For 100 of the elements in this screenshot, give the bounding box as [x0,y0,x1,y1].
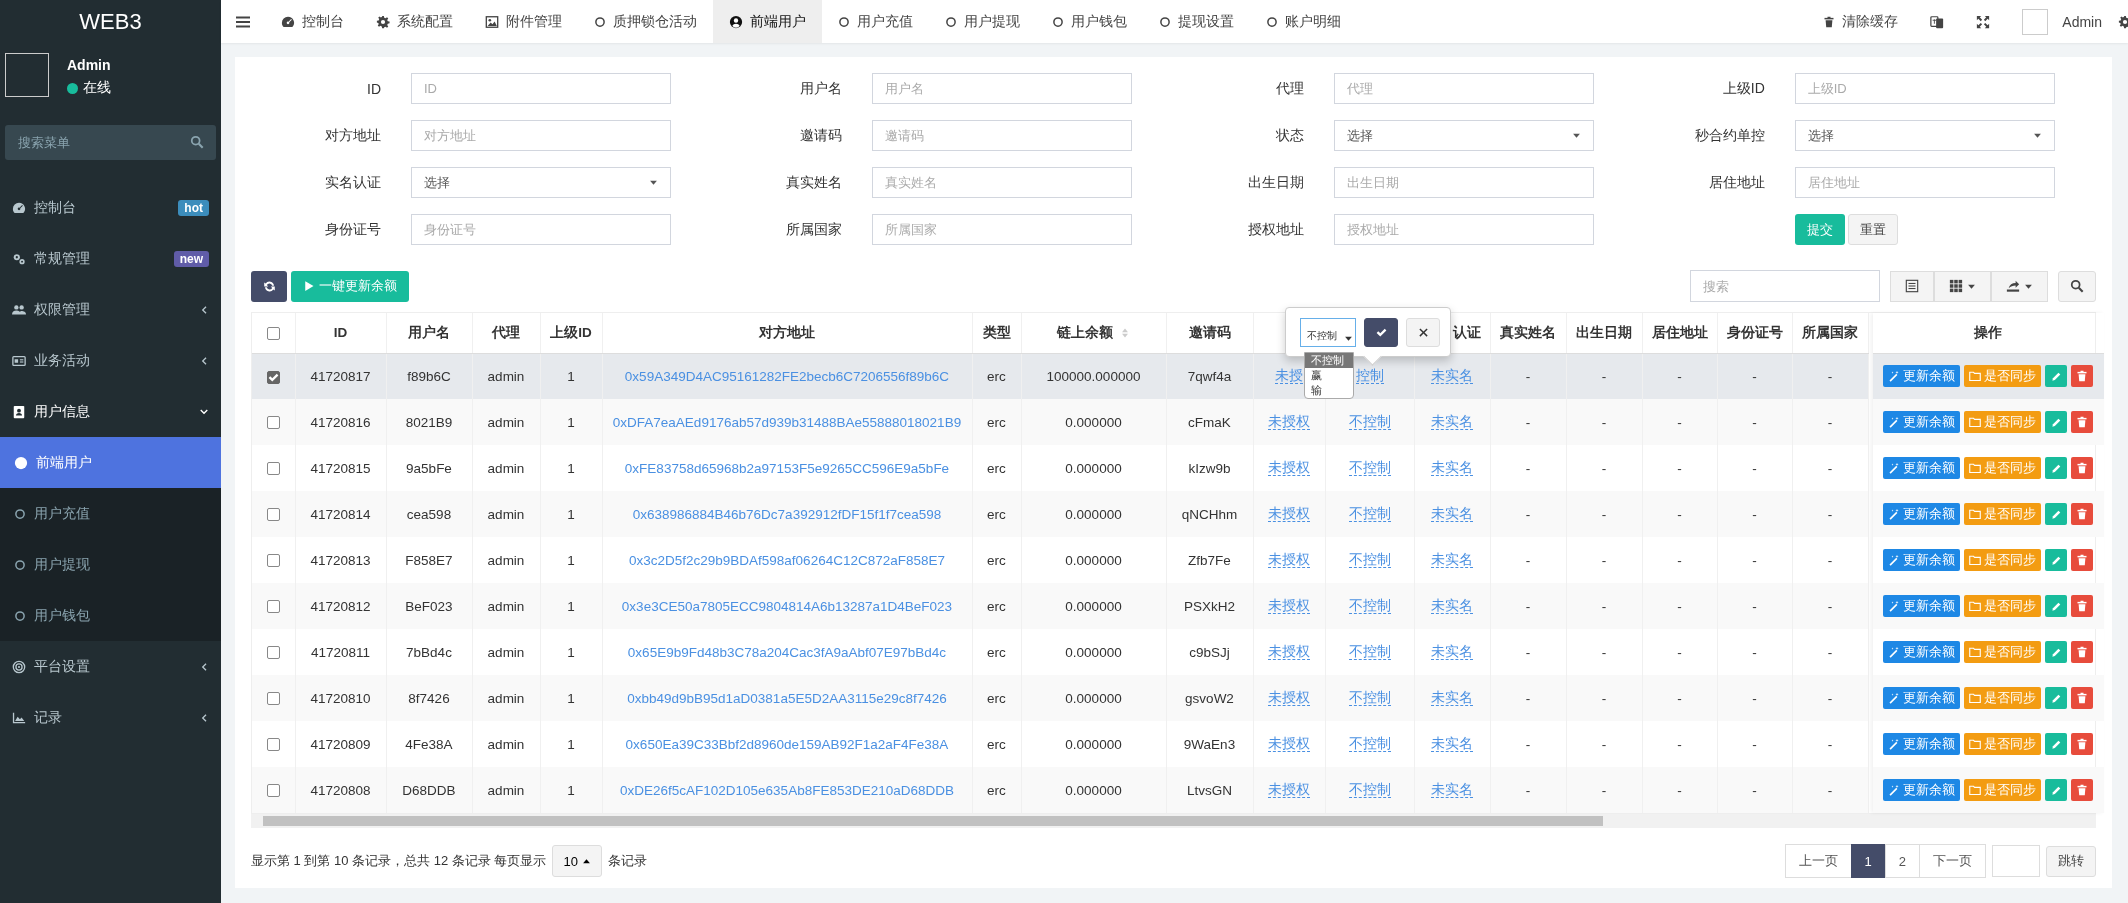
dropdown-option[interactable]: 输 [1305,383,1353,398]
prev-page-button[interactable]: 上一页 [1784,844,1852,878]
refresh-button[interactable] [251,270,287,302]
input-field[interactable]: 邀请码 [872,120,1133,151]
submenu-item[interactable]: 用户充值 [0,488,221,539]
menu-search-field[interactable]: 搜索菜单 [5,125,216,160]
menu-item[interactable]: 记录 [0,692,221,743]
update-balance-button[interactable]: 更新余额 [1883,595,1960,617]
editable-link[interactable]: 未授 [1275,368,1303,385]
nav-tab[interactable]: 提现设置 [1143,0,1250,43]
select-field[interactable]: 选择 [411,167,671,198]
select-field[interactable]: 不控制 [1300,317,1356,347]
select-field[interactable]: 选择 [1333,120,1594,151]
delete-button[interactable] [2071,365,2093,388]
input-field[interactable]: 用户名 [872,73,1133,104]
edit-button[interactable] [2045,641,2067,663]
checkbox[interactable] [266,600,280,614]
horizontal-scrollbar[interactable] [251,814,2096,828]
checkbox[interactable] [266,692,280,706]
editable-link[interactable]: 不控制 [1348,506,1391,522]
cancel-button[interactable] [1406,317,1440,347]
nav-tab[interactable]: 系统配置 [360,0,469,43]
jump-button[interactable]: 跳转 [2046,845,2096,877]
edit-button[interactable] [2045,549,2067,571]
checkbox[interactable] [266,784,280,798]
checkbox[interactable] [266,508,280,522]
update-balance-button[interactable]: 更新余额 [1883,733,1960,755]
delete-button[interactable] [2071,411,2093,433]
input-field[interactable]: 身份证号 [411,214,671,245]
sync-button[interactable]: 是否同步 [1964,457,2041,479]
nav-tab[interactable]: 用户钱包 [1036,0,1143,43]
editable-link[interactable]: 未授权 [1268,552,1310,568]
editable-link[interactable]: 未实名 [1431,552,1473,568]
editable-link[interactable]: 未实名 [1431,460,1473,476]
editable-link[interactable]: 未授权 [1268,644,1310,660]
checkbox[interactable] [266,462,280,476]
editable-link[interactable]: 不控制 [1348,736,1391,752]
submit-button[interactable]: 提交 [1794,214,1845,245]
delete-button[interactable] [2071,503,2093,525]
update-balance-button[interactable]: 更新余额 [1883,687,1960,709]
edit-button[interactable] [2045,779,2067,801]
submenu-item[interactable]: 用户钱包 [0,590,221,641]
input-field[interactable]: 代理 [1333,73,1594,104]
address-link[interactable]: 0x650Ea39C33Bbf2d8960de159AB92F1a2aF4Fe38A [625,736,949,752]
update-balance-button[interactable]: 更新余额 [1883,411,1960,433]
sync-button[interactable]: 是否同步 [1964,779,2041,801]
sync-button[interactable]: 是否同步 [1964,687,2041,709]
update-all-button[interactable]: 一键更新余额 [291,270,409,302]
editable-link[interactable]: 不控制 [1348,552,1391,568]
editable-link[interactable]: 未实名 [1431,644,1473,660]
toggle-view-button[interactable] [1890,270,1934,302]
editable-link[interactable]: 未授权 [1268,736,1310,752]
update-balance-button[interactable]: 更新余额 [1883,549,1960,571]
input-field[interactable]: 授权地址 [1333,214,1594,245]
update-balance-button[interactable]: 更新余额 [1883,641,1960,663]
checkbox[interactable] [266,416,280,430]
nav-tab[interactable]: 附件管理 [469,0,578,43]
editable-link[interactable]: 不控制 [1348,782,1391,798]
input-field[interactable]: 出生日期 [1333,167,1594,198]
export-button[interactable] [1991,270,2048,302]
update-balance-button[interactable]: 更新余额 [1883,779,1960,801]
update-balance-button[interactable]: 更新余额 [1883,457,1960,479]
edit-button[interactable] [2045,457,2067,479]
sync-button[interactable]: 是否同步 [1964,595,2041,617]
address-link[interactable]: 0xFE83758d65968b2a97153F5e9265CC596E9a5bFe [624,460,950,476]
editable-link[interactable]: 不控制 [1348,690,1391,706]
delete-button[interactable] [2071,595,2093,617]
checkbox[interactable] [266,646,280,660]
delete-button[interactable] [2071,457,2093,479]
editable-link[interactable]: 控制 [1355,368,1384,385]
delete-button[interactable] [2071,549,2093,571]
update-balance-button[interactable]: 更新余额 [1883,503,1960,525]
delete-button[interactable] [2071,687,2093,709]
editable-link[interactable]: 未实名 [1431,506,1473,522]
input-field[interactable]: 对方地址 [411,120,671,151]
delete-button[interactable] [2071,733,2093,755]
page-size-button[interactable]: 10 [552,845,602,877]
address-link[interactable]: 0x65E9b9Fd48b3C78a204Cac3fA9aAbf07E97bBd4c [627,644,947,660]
reset-button[interactable]: 重置 [1847,214,1898,245]
menu-item[interactable]: 平台设置 [0,641,221,692]
update-balance-button[interactable]: 更新余额 [1883,365,1960,388]
sync-button[interactable]: 是否同步 [1964,549,2041,571]
editable-link[interactable]: 不控制 [1348,644,1391,660]
nav-tab[interactable]: 控制台 [265,0,360,43]
menu-item[interactable]: 用户信息 [0,386,221,437]
columns-button[interactable] [1934,270,1991,302]
submenu-item[interactable]: 前端用户 [0,437,221,488]
delete-button[interactable] [2071,641,2093,663]
editable-link[interactable]: 不控制 [1348,598,1391,614]
dropdown-option[interactable]: 不控制 [1305,353,1353,368]
edit-button[interactable] [2045,503,2067,525]
address-link[interactable]: 0x3c2D5f2c29b9BDAf598af06264C12C872aF858E7 [629,552,945,568]
select-field[interactable]: 选择 [1794,120,2055,151]
sync-button[interactable]: 是否同步 [1964,411,2041,433]
next-page-button[interactable]: 下一页 [1919,844,1986,878]
editable-link[interactable]: 不控制 [1348,414,1391,430]
input-field[interactable]: 居住地址 [1794,167,2055,198]
edit-button[interactable] [2045,687,2067,709]
checkbox[interactable] [266,327,280,341]
edit-button[interactable] [2045,733,2067,755]
